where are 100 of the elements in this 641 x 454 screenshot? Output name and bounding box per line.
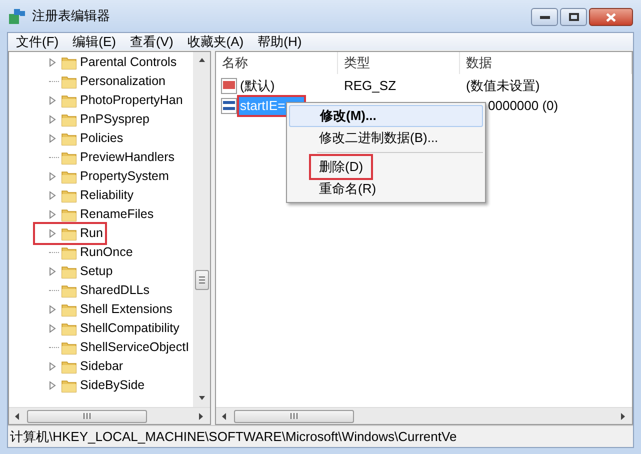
menu-item[interactable]: 帮助(H) — [258, 32, 302, 52]
tree-item-label: PreviewHandlers — [80, 149, 174, 166]
close-icon — [606, 12, 616, 22]
tree-item[interactable]: Sidebar — [61, 357, 126, 376]
tree-item[interactable]: PnPSysprep — [61, 110, 152, 129]
grip-icon — [83, 413, 91, 419]
folder-icon — [61, 284, 77, 298]
folder-icon — [61, 340, 77, 354]
folder-icon — [61, 150, 77, 164]
expand-icon[interactable] — [48, 362, 56, 371]
menu-item[interactable]: 收藏夹(A) — [187, 32, 244, 52]
menu-item[interactable]: 查看(V) — [130, 32, 174, 52]
tree-item[interactable]: Policies — [61, 129, 126, 148]
string-value-icon — [221, 78, 237, 94]
tree-item[interactable]: PropertySystem — [61, 167, 171, 186]
expand-icon[interactable] — [48, 305, 56, 314]
column-header[interactable]: 类型 — [338, 52, 460, 74]
menu-item[interactable]: 文件(F) — [16, 32, 59, 52]
expand-icon[interactable] — [48, 96, 56, 105]
tree-item-label: Parental Controls — [80, 54, 177, 72]
expand-icon[interactable] — [48, 134, 56, 143]
minimize-button[interactable] — [531, 8, 558, 26]
expand-icon[interactable] — [48, 191, 56, 200]
tree-item-label: Policies — [80, 130, 124, 148]
expand-icon[interactable] — [48, 58, 56, 67]
binary-value-icon — [221, 98, 237, 114]
expand-icon[interactable] — [48, 267, 56, 276]
tree-item-label: SharedDLLs — [80, 282, 150, 300]
tree-item-label: SideBySide — [80, 377, 145, 394]
folder-icon — [61, 132, 77, 146]
context-menu-item[interactable]: 重命名(R) — [289, 178, 384, 200]
tree-item-label: PnPSysprep — [80, 111, 150, 128]
tree-item[interactable]: Setup — [61, 262, 115, 281]
tree-item[interactable]: Shell Extensions — [61, 300, 174, 319]
minimize-icon — [540, 15, 550, 19]
tree-item[interactable]: Parental Controls — [61, 53, 179, 72]
folder-icon — [61, 112, 77, 126]
context-menu-item[interactable]: 修改(M)... — [289, 105, 483, 127]
context-menu-item[interactable]: 修改二进制数据(B)... — [289, 127, 446, 149]
tree-item[interactable]: ShellServiceObjectI — [61, 338, 192, 357]
maximize-icon — [568, 13, 578, 21]
folder-icon — [61, 246, 77, 260]
folder-icon — [61, 74, 77, 88]
tree-item-label: Run — [80, 225, 103, 242]
tree-item-label: Reliability — [80, 187, 134, 204]
tree-item[interactable]: Personalization — [61, 72, 168, 91]
tree-item-label: Setup — [80, 263, 113, 280]
tree-item-label: Sidebar — [80, 358, 124, 376]
tree-item-label: ShellServiceObjectI — [80, 339, 190, 356]
scroll-thumb[interactable] — [194, 270, 208, 290]
tree-item[interactable]: SharedDLLs — [61, 281, 152, 300]
expand-icon[interactable] — [48, 172, 56, 181]
folder-icon — [61, 94, 77, 108]
tree-item[interactable]: RenameFiles — [61, 205, 156, 224]
expand-icon[interactable] — [48, 324, 56, 333]
scroll-thumb[interactable] — [27, 410, 147, 422]
folder-icon — [61, 188, 77, 202]
folder-icon — [61, 170, 77, 184]
value-name[interactable]: (默认) — [239, 77, 276, 95]
tree-item-label: ShellCompatibility — [80, 320, 180, 338]
value-type: REG_SZ — [343, 77, 398, 96]
expand-icon[interactable] — [48, 381, 56, 390]
horizontal-scrollbar[interactable] — [216, 407, 632, 424]
tree-item-label: PropertySystem — [80, 168, 169, 186]
value-data: (数值未设置) — [465, 77, 541, 96]
tree-item[interactable]: PreviewHandlers — [61, 148, 176, 167]
value-data: 0000000 (0) — [487, 97, 560, 116]
horizontal-scrollbar[interactable] — [9, 407, 210, 424]
scroll-thumb[interactable] — [234, 410, 354, 422]
maximize-button[interactable] — [560, 8, 587, 26]
tree-item[interactable]: ShellCompatibility — [61, 319, 182, 338]
folder-icon — [61, 322, 77, 336]
column-header[interactable]: 名称 — [216, 52, 338, 74]
menu-item[interactable]: 编辑(E) — [72, 32, 116, 52]
grip-icon — [198, 276, 204, 284]
column-header[interactable]: 数据 — [460, 52, 632, 74]
scroll-up-icon[interactable] — [196, 56, 206, 65]
tree-item-label: Personalization — [80, 73, 166, 90]
vertical-scrollbar[interactable] — [193, 52, 210, 407]
context-menu-item[interactable]: 删除(D) — [311, 156, 372, 178]
folder-icon — [61, 56, 77, 70]
tree-item[interactable]: PhotoPropertyHan — [61, 91, 185, 110]
tree-item-label: Shell Extensions — [80, 301, 172, 318]
tree-item-label: RenameFiles — [80, 206, 154, 224]
tree-item[interactable]: RunOnce — [61, 243, 135, 262]
tree-item[interactable]: Reliability — [61, 186, 136, 205]
tree-item-label: PhotoPropertyHan — [80, 92, 183, 110]
registry-cubes-icon — [8, 7, 26, 25]
close-button[interactable] — [589, 8, 633, 26]
folder-icon — [61, 264, 77, 278]
folder-icon — [61, 302, 77, 316]
tree-item[interactable]: SideBySide — [61, 376, 147, 395]
status-bar: 计算机\HKEY_LOCAL_MACHINE\SOFTWARE\Microsoft\Windows\CurrentVe — [8, 425, 633, 447]
expand-icon[interactable] — [48, 229, 56, 238]
expand-icon[interactable] — [48, 210, 56, 219]
folder-icon — [61, 360, 77, 374]
expand-icon[interactable] — [48, 115, 56, 124]
tree-item[interactable]: Run — [35, 224, 105, 243]
folder-icon — [61, 226, 77, 240]
window-title: 注册表编辑器 — [32, 7, 110, 26]
